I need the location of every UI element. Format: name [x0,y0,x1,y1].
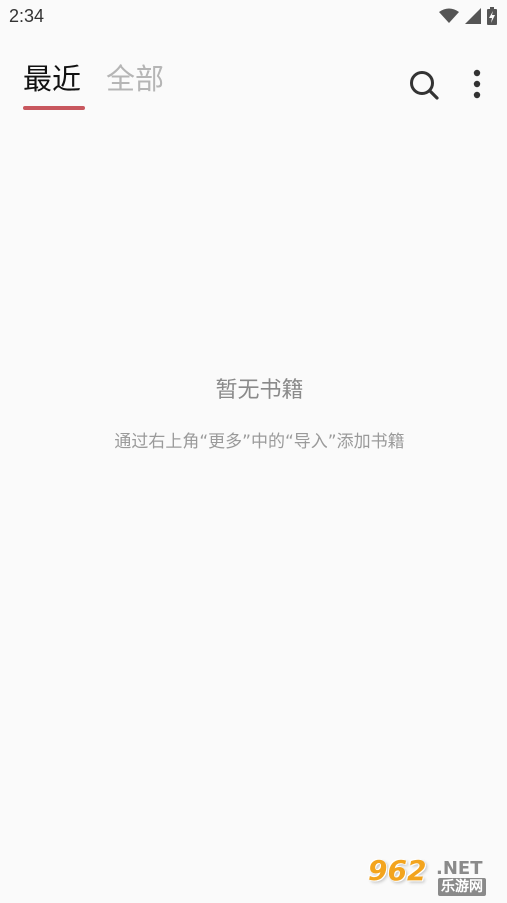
status-icons [439,7,497,25]
tab-recent[interactable]: 最近 [23,56,81,102]
watermark-logo: 962 .NET 乐游网 [368,856,500,898]
status-time: 2:34 [9,6,45,26]
signal-icon [465,8,481,24]
battery-charging-icon [487,7,497,25]
active-tab-indicator [23,106,85,110]
watermark-site-name: 乐游网 [438,878,486,896]
more-menu-button[interactable] [463,66,491,104]
watermark-net: .NET [436,858,483,879]
search-button[interactable] [405,66,443,104]
more-vertical-icon [463,69,491,108]
empty-state-hint: 通过右上角“更多”中的“导入”添加书籍 [114,432,405,452]
tab-all[interactable]: 全部 [106,56,164,102]
search-icon [405,71,443,108]
wifi-icon [439,8,459,24]
watermark-number: 962 [368,854,427,887]
empty-state-title: 暂无书籍 [215,378,304,403]
status-bar: 2:34 [0,0,507,34]
